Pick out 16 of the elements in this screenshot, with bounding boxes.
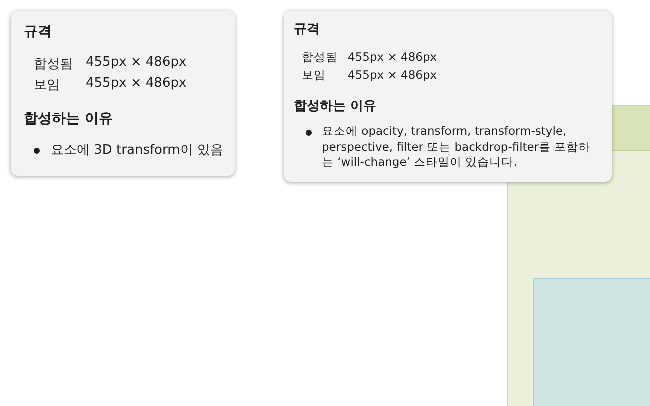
section-title: 규격 bbox=[294, 21, 321, 38]
spec-label: 보임 bbox=[34, 77, 61, 94]
spec-label: 합성됨 bbox=[302, 50, 338, 65]
reason-text: 요소에 opacity, transform, transform-style, perspective, filter 또는 backdrop-filter를 포함하는 ‘will-change’ 스타일이 있습니다. bbox=[322, 124, 592, 171]
spec-value: 455px × 486px bbox=[348, 50, 438, 65]
section-title: 합성하는 이유 bbox=[294, 98, 378, 115]
spec-value: 455px × 486px bbox=[86, 76, 187, 93]
reason-text: 요소에 3D transform이 있음 bbox=[51, 142, 224, 160]
spec-label: 합성됨 bbox=[34, 56, 73, 73]
bullet-icon bbox=[34, 148, 40, 154]
spec-value: 455px × 486px bbox=[86, 55, 187, 72]
section-title: 합성하는 이유 bbox=[24, 110, 114, 128]
spec-label: 보임 bbox=[302, 68, 327, 83]
bullet-icon bbox=[306, 130, 312, 136]
section-title: 규격 bbox=[24, 23, 53, 41]
spec-value: 455px × 486px bbox=[348, 68, 438, 83]
